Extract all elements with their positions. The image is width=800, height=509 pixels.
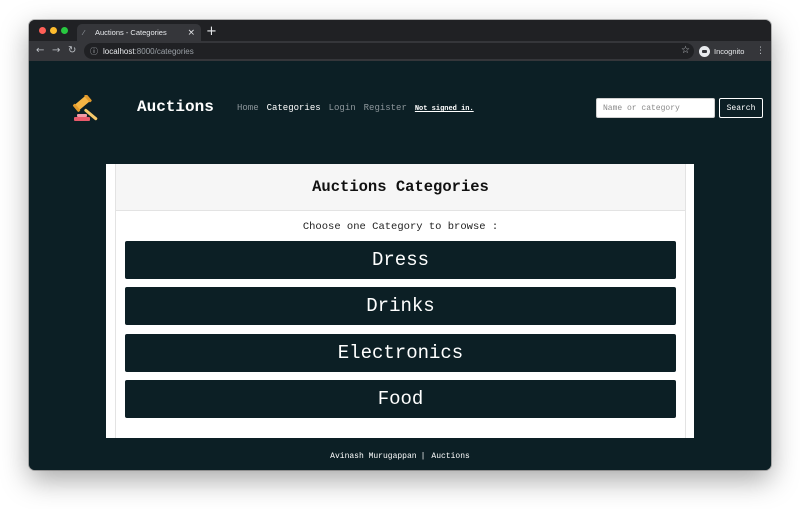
footer-separator: |: [420, 452, 426, 461]
browser-tab[interactable]: ⁄ Auctions - Categories ×: [77, 24, 201, 41]
gavel-logo-icon: [72, 95, 98, 121]
footer-author: Avinash Murugappan: [330, 452, 417, 461]
search-button[interactable]: Search: [719, 98, 763, 118]
page-content: Auctions Home Categories Login Register …: [29, 61, 771, 470]
main-nav: Home Categories Login Register Not signe…: [237, 103, 474, 113]
category-button-food[interactable]: Food: [125, 380, 676, 418]
nav-link-categories[interactable]: Categories: [267, 103, 321, 113]
brand-title[interactable]: Auctions: [137, 98, 214, 116]
forward-icon[interactable]: →: [52, 44, 60, 58]
back-icon[interactable]: ←: [36, 44, 44, 58]
browser-toolbar: ← → ↻ ⓘ localhost :8000/categories ☆ Inc…: [29, 41, 771, 61]
browser-menu-icon[interactable]: ⋮: [756, 44, 765, 58]
nav-link-register[interactable]: Register: [364, 103, 407, 113]
profile-label: Incognito: [714, 46, 745, 56]
tab-close-icon[interactable]: ×: [187, 28, 195, 38]
category-button-electronics[interactable]: Electronics: [125, 334, 676, 372]
new-tab-button[interactable]: +: [206, 23, 217, 40]
bookmark-star-icon[interactable]: ☆: [681, 44, 690, 58]
page-subtitle: Choose one Category to browse :: [302, 221, 499, 233]
page-title: Auctions Categories: [116, 164, 685, 211]
signin-status: Not signed in.: [414, 105, 474, 113]
nav-link-home[interactable]: Home: [237, 103, 259, 113]
categories-card: Auctions Categories Choose one Category …: [106, 164, 694, 438]
favicon-icon: ⁄: [83, 28, 85, 37]
category-button-drinks[interactable]: Drinks: [125, 287, 676, 325]
card-body: Auctions Categories Choose one Category …: [115, 164, 686, 438]
nav-link-login[interactable]: Login: [329, 103, 356, 113]
url-host: localhost: [103, 46, 135, 56]
category-button-dress[interactable]: Dress: [125, 241, 676, 279]
tab-strip: ⁄ Auctions - Categories × +: [29, 20, 771, 41]
reload-icon[interactable]: ↻: [68, 44, 76, 58]
footer-brand: Auctions: [431, 452, 470, 461]
tab-title: Auctions - Categories: [95, 28, 167, 37]
address-bar[interactable]: ⓘ localhost :8000/categories: [84, 43, 694, 59]
footer: Avinash Murugappan | Auctions: [29, 452, 771, 461]
url-path: :8000/categories: [134, 46, 194, 56]
search-input[interactable]: [596, 98, 715, 118]
incognito-icon: [699, 45, 710, 57]
close-window-button[interactable]: [39, 27, 46, 34]
browser-window: ⁄ Auctions - Categories × + ← → ↻ ⓘ loca…: [29, 20, 771, 470]
profile-button[interactable]: Incognito: [699, 44, 744, 58]
site-info-icon[interactable]: ⓘ: [90, 46, 98, 57]
maximize-window-button[interactable]: [61, 27, 68, 34]
minimize-window-button[interactable]: [50, 27, 57, 34]
